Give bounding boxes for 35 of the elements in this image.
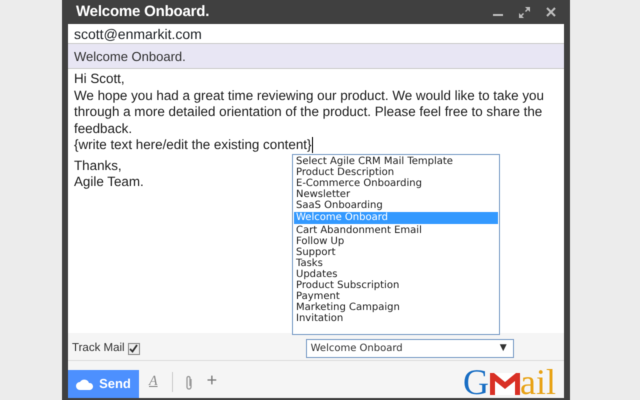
template-option[interactable]: Support (294, 247, 498, 258)
template-option[interactable]: Product Description (294, 167, 498, 178)
window-title: Welcome Onboard. (76, 2, 210, 22)
subject-field[interactable]: Welcome Onboard. (68, 44, 564, 69)
template-option[interactable]: Product Subscription (294, 280, 498, 291)
body-text: Agile Team. (74, 174, 144, 190)
recipient-field[interactable]: scott@enmarkit.com (68, 24, 564, 44)
envelope-icon (490, 373, 520, 395)
paperclip-icon[interactable] (184, 375, 193, 391)
template-option[interactable]: Follow Up (294, 236, 498, 247)
cloud-icon (76, 378, 94, 390)
template-option[interactable]: Invitation (294, 313, 498, 324)
track-mail-checkbox[interactable] (128, 342, 140, 354)
template-option[interactable]: Cart Abandonment Email (294, 225, 498, 236)
logo-text: G (463, 366, 490, 398)
expand-icon[interactable] (519, 6, 530, 18)
body-text: Hi Scott, (74, 71, 125, 88)
template-option[interactable]: Newsletter (294, 189, 498, 200)
template-option[interactable]: Updates (294, 269, 498, 280)
template-option[interactable]: Marketing Campaign (294, 302, 498, 313)
template-option[interactable]: E-Commerce Onboarding (294, 178, 498, 189)
template-option[interactable]: Payment (294, 291, 498, 302)
template-select[interactable]: Welcome Onboard ▼ (306, 339, 514, 358)
close-icon[interactable] (546, 7, 556, 17)
body-text: We hope you had a great time reviewing our product. We would like to take you through a more detailed orientation of the product. Please feel free to share the feedback. (74, 88, 545, 137)
body-text: {write text here/edit the existing content} (74, 137, 312, 154)
template-option[interactable]: Tasks (294, 258, 498, 269)
text-cursor (312, 137, 314, 153)
template-option[interactable]: Select Agile CRM Mail Template (294, 156, 498, 167)
template-option[interactable]: SaaS Onboarding (294, 200, 498, 211)
logo-text: ail (520, 366, 556, 398)
more-options-button[interactable]: + (206, 367, 218, 394)
body-text: Thanks, (74, 158, 122, 174)
track-mail-label: Track Mail (72, 340, 125, 356)
template-list[interactable] (292, 154, 500, 335)
